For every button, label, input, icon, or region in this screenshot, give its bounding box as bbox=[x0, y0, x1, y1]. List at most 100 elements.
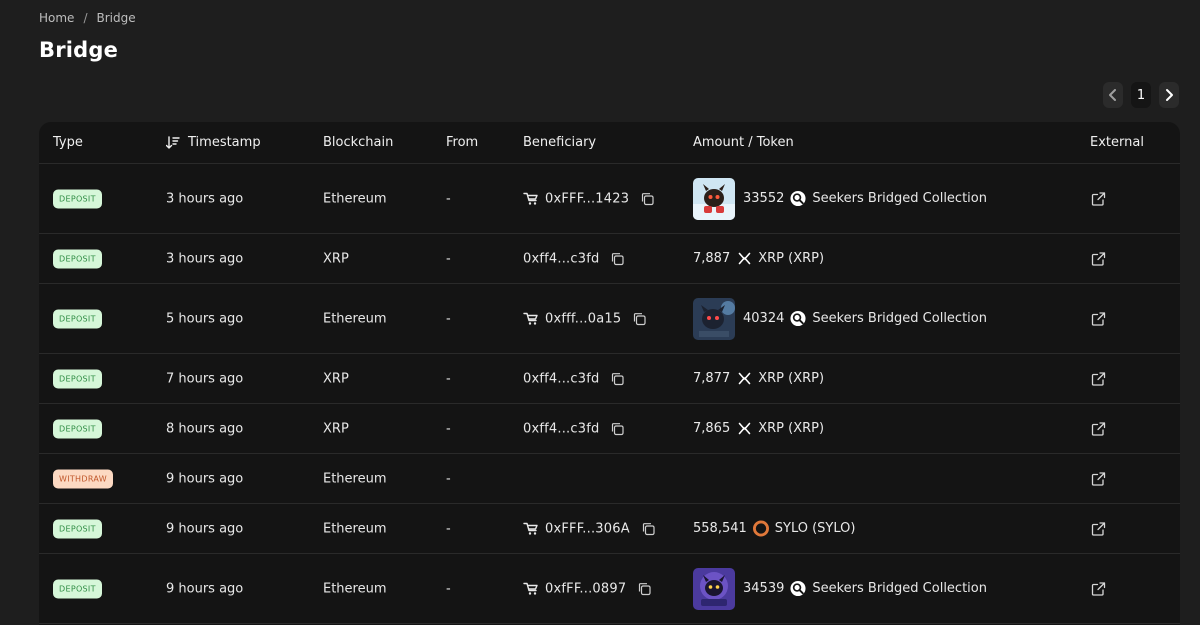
beneficiary-address[interactable]: 0xff4...c3fd bbox=[523, 371, 599, 386]
header-from[interactable]: From bbox=[446, 135, 478, 150]
amount-token-cell: 40324 Seekers Bridged Collection bbox=[693, 297, 987, 340]
header-beneficiary[interactable]: Beneficiary bbox=[523, 135, 596, 150]
copy-icon[interactable] bbox=[611, 372, 625, 385]
blockchain-cell: Ethereum bbox=[323, 191, 387, 206]
copy-icon[interactable] bbox=[611, 252, 625, 265]
external-link-icon[interactable] bbox=[1091, 471, 1106, 486]
external-cell bbox=[1090, 471, 1106, 486]
beneficiary-cell: 0xFFF...306A bbox=[523, 521, 655, 536]
from-cell: - bbox=[446, 251, 451, 266]
external-link-icon[interactable] bbox=[1091, 251, 1106, 266]
type-cell: DEPOSIT bbox=[53, 519, 102, 538]
table-row[interactable]: WITHDRAW 9 hours ago Ethereum - bbox=[39, 454, 1180, 504]
pagination: 1 bbox=[1103, 82, 1179, 108]
from-cell: - bbox=[446, 421, 451, 436]
table-row[interactable]: DEPOSIT 7 hours ago XRP - 0xff4...c3fd 7,877 X… bbox=[39, 354, 1180, 404]
token-name[interactable]: SYLO (SYLO) bbox=[775, 521, 856, 536]
xrp-icon bbox=[736, 421, 752, 437]
table-row[interactable]: DEPOSIT 5 hours ago Ethereum - 0xfff...0a15 4… bbox=[39, 284, 1180, 354]
blockchain-cell: Ethereum bbox=[323, 311, 387, 326]
amount-value: 40324 bbox=[743, 311, 785, 326]
header-external[interactable]: External bbox=[1090, 135, 1144, 150]
blockchain-cell: Ethereum bbox=[323, 471, 387, 486]
amount-token-cell: 7,887 XRP (XRP) bbox=[693, 251, 824, 267]
chevron-right-icon bbox=[1166, 89, 1173, 101]
copy-icon[interactable] bbox=[641, 192, 654, 205]
copy-icon[interactable] bbox=[611, 422, 625, 435]
token-name[interactable]: Seekers Bridged Collection bbox=[812, 191, 987, 206]
external-link-icon[interactable] bbox=[1091, 311, 1106, 326]
amount-token-cell: 7,877 XRP (XRP) bbox=[693, 371, 824, 387]
external-cell bbox=[1090, 251, 1106, 266]
header-blockchain[interactable]: Blockchain bbox=[323, 135, 393, 150]
seekers-icon bbox=[790, 580, 806, 597]
prev-page-button[interactable] bbox=[1103, 82, 1123, 108]
external-link-icon[interactable] bbox=[1091, 191, 1106, 206]
deposit-badge: DEPOSIT bbox=[53, 419, 102, 438]
xrp-icon bbox=[736, 251, 752, 267]
token-name[interactable]: XRP (XRP) bbox=[758, 421, 824, 436]
table-header: Type Timestamp Blockchain From Beneficia… bbox=[39, 122, 1180, 164]
timestamp-cell: 9 hours ago bbox=[166, 581, 244, 596]
deposit-badge: DEPOSIT bbox=[53, 249, 102, 268]
type-cell: DEPOSIT bbox=[53, 579, 102, 598]
beneficiary-address[interactable]: 0xFFF...1423 bbox=[545, 191, 629, 206]
external-link-icon[interactable] bbox=[1091, 371, 1106, 386]
next-page-button[interactable] bbox=[1159, 82, 1179, 108]
bridge-page: Home / Bridge Bridge 1 Type Timestamp Bl… bbox=[0, 0, 1200, 625]
copy-icon[interactable] bbox=[633, 312, 646, 325]
bridge-cart-icon bbox=[523, 522, 539, 536]
type-cell: DEPOSIT bbox=[53, 369, 102, 388]
deposit-badge: DEPOSIT bbox=[53, 519, 102, 538]
bridge-table: Type Timestamp Blockchain From Beneficia… bbox=[39, 122, 1180, 625]
type-cell: DEPOSIT bbox=[53, 309, 102, 328]
type-cell: DEPOSIT bbox=[53, 189, 102, 208]
external-cell bbox=[1090, 421, 1106, 436]
amount-value: 7,865 bbox=[693, 421, 731, 436]
external-cell bbox=[1090, 311, 1106, 326]
xrp-icon bbox=[736, 371, 752, 387]
page-title: Bridge bbox=[39, 38, 119, 62]
bridge-cart-icon bbox=[523, 192, 539, 206]
header-type[interactable]: Type bbox=[53, 135, 83, 150]
token-name[interactable]: XRP (XRP) bbox=[758, 371, 824, 386]
beneficiary-address[interactable]: 0xFFF...306A bbox=[545, 521, 630, 536]
token-name[interactable]: XRP (XRP) bbox=[758, 251, 824, 266]
header-amount-token[interactable]: Amount / Token bbox=[693, 135, 794, 150]
beneficiary-address[interactable]: 0xff4...c3fd bbox=[523, 421, 599, 436]
beneficiary-address[interactable]: 0xff4...c3fd bbox=[523, 251, 599, 266]
token-name[interactable]: Seekers Bridged Collection bbox=[812, 311, 987, 326]
external-link-icon[interactable] bbox=[1091, 581, 1106, 596]
timestamp-cell: 8 hours ago bbox=[166, 421, 244, 436]
table-row[interactable]: DEPOSIT 9 hours ago Ethereum - 0xfFF...0897 3… bbox=[39, 554, 1180, 624]
sylo-icon bbox=[752, 520, 769, 537]
external-link-icon[interactable] bbox=[1091, 421, 1106, 436]
beneficiary-address[interactable]: 0xfff...0a15 bbox=[545, 311, 621, 326]
nft-thumbnail[interactable] bbox=[693, 177, 735, 220]
table-row[interactable]: DEPOSIT 3 hours ago Ethereum - 0xFFF...1423 3… bbox=[39, 164, 1180, 234]
blockchain-cell: Ethereum bbox=[323, 521, 387, 536]
copy-icon[interactable] bbox=[638, 582, 651, 595]
copy-icon[interactable] bbox=[642, 522, 655, 535]
beneficiary-address[interactable]: 0xfFF...0897 bbox=[545, 581, 626, 596]
nft-thumbnail[interactable] bbox=[693, 297, 735, 340]
beneficiary-cell: 0xff4...c3fd bbox=[523, 371, 625, 386]
token-name[interactable]: Seekers Bridged Collection bbox=[812, 581, 987, 596]
table-row[interactable]: DEPOSIT 9 hours ago Ethereum - 0xFFF...306A 5… bbox=[39, 504, 1180, 554]
external-link-icon[interactable] bbox=[1091, 521, 1106, 536]
breadcrumb-home-link[interactable]: Home bbox=[39, 11, 74, 25]
current-page-number[interactable]: 1 bbox=[1131, 82, 1151, 108]
deposit-badge: DEPOSIT bbox=[53, 189, 102, 208]
from-cell: - bbox=[446, 311, 451, 326]
header-timestamp[interactable]: Timestamp bbox=[166, 135, 261, 150]
table-row[interactable]: DEPOSIT 3 hours ago XRP - 0xff4...c3fd 7,887 X… bbox=[39, 234, 1180, 284]
amount-value: 34539 bbox=[743, 581, 785, 596]
timestamp-cell: 3 hours ago bbox=[166, 191, 244, 206]
sort-descending-icon[interactable] bbox=[166, 135, 180, 150]
breadcrumb-separator: / bbox=[83, 11, 88, 25]
from-cell: - bbox=[446, 471, 451, 486]
amount-token-cell: 33552 Seekers Bridged Collection bbox=[693, 177, 987, 220]
nft-thumbnail[interactable] bbox=[693, 567, 735, 610]
table-row[interactable]: DEPOSIT 8 hours ago XRP - 0xff4...c3fd 7,865 X… bbox=[39, 404, 1180, 454]
timestamp-cell: 7 hours ago bbox=[166, 371, 244, 386]
